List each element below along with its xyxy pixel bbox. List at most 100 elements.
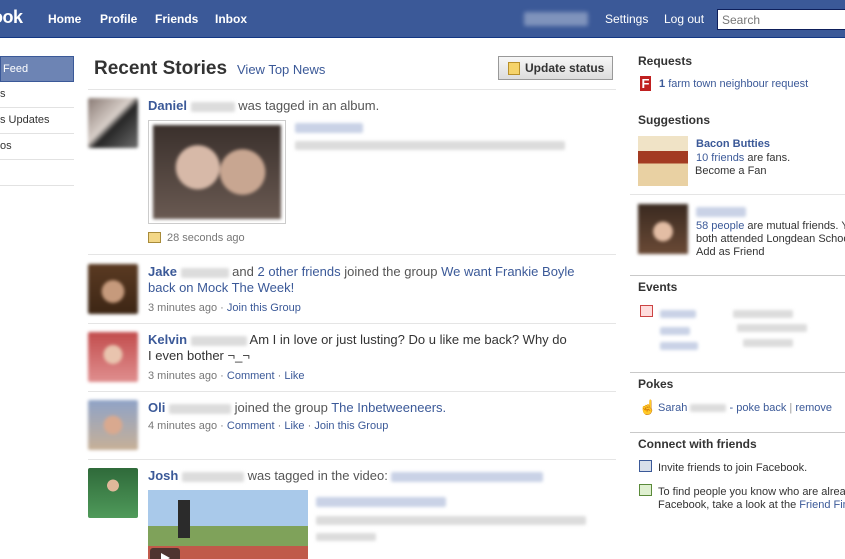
story-meta: 28 seconds ago [148, 232, 245, 244]
left-nav-label: s Updates [0, 114, 50, 126]
blurred-surname [168, 403, 231, 414]
album-photo[interactable] [148, 120, 286, 224]
avatar[interactable] [88, 332, 138, 382]
add-friend-link[interactable]: Add as Friend [696, 246, 764, 259]
video-title-blurred[interactable] [391, 471, 544, 482]
avatar[interactable] [88, 264, 138, 314]
left-nav-news-feed[interactable]: Feed [0, 56, 74, 82]
join-group-link[interactable]: Join this Group [227, 302, 301, 314]
avatar[interactable] [88, 468, 138, 518]
left-nav-item-3[interactable]: s Updates [0, 108, 74, 134]
album-description-blurred [295, 141, 565, 150]
story-line: Daniel was tagged in an album. [148, 98, 379, 114]
friend-finder-link[interactable]: Friend Fin [799, 499, 845, 511]
suggestion-fans: 10 friends are fans. [696, 152, 790, 165]
divider [630, 194, 845, 195]
story-item: Daniel was tagged in an album. 28 second… [88, 98, 616, 255]
video-length-blurred [316, 533, 376, 541]
poke-back-link[interactable]: - poke back [729, 402, 786, 414]
feed-header: Recent Stories View Top News Update stat… [88, 54, 616, 90]
become-fan-link[interactable]: Become a Fan [695, 165, 767, 178]
story-time: 3 minutes ago [148, 370, 218, 382]
group-link[interactable]: The Inbetweeneers. [331, 400, 446, 415]
nav-logout[interactable]: Log out [664, 12, 704, 26]
update-status-label: Update status [525, 61, 605, 75]
left-nav-item-4[interactable]: os [0, 134, 74, 160]
friends-link[interactable]: 10 friends [696, 152, 744, 164]
request-line[interactable]: 1 farm town neighbour request [659, 78, 808, 91]
remove-poke-link[interactable]: remove [795, 402, 832, 414]
blurred-surname [690, 404, 727, 413]
suggestions-heading: Suggestions [638, 113, 711, 127]
nav-inbox[interactable]: Inbox [215, 12, 247, 26]
nav-profile[interactable]: Profile [100, 12, 137, 26]
poke-name[interactable]: Sarah [658, 402, 687, 414]
suggestion-name[interactable]: Bacon Butties [696, 138, 770, 151]
blurred-name [696, 207, 746, 218]
avatar[interactable] [88, 400, 138, 450]
like-link[interactable]: Like [284, 370, 304, 382]
mutual-people-link[interactable]: 58 people [696, 220, 744, 232]
bacon-butties-image[interactable] [638, 136, 688, 186]
username-blurred[interactable] [524, 12, 588, 26]
story-text: was tagged in an album. [238, 98, 380, 113]
events-list-blurred[interactable] [660, 306, 808, 350]
nav-home[interactable]: Home [48, 12, 81, 26]
find-friends-text1: To find people you know who are alrea [658, 486, 845, 498]
update-status-button[interactable]: Update status [498, 56, 613, 80]
story-item: Josh was tagged in the video: [88, 468, 616, 559]
story-line: Josh was tagged in the video: [148, 468, 544, 484]
comment-link[interactable]: Comment [227, 370, 275, 382]
story-name-oli[interactable]: Oli [148, 400, 165, 415]
fans-text: are fans. [747, 152, 791, 164]
facebook-logo[interactable]: ook [0, 7, 23, 28]
left-nav-label: s [0, 88, 6, 100]
event-desc [733, 309, 794, 318]
story-meta: 4 minutes ago · Comment · Like · Join th… [148, 420, 389, 432]
find-friends-text2: Facebook, take a look at the [658, 499, 797, 511]
video-thumbnail[interactable] [148, 490, 308, 559]
story-name-kelvin[interactable]: Kelvin [148, 332, 187, 347]
invite-friends-link[interactable]: Invite friends to join Facebook. [658, 462, 807, 475]
story-name-josh[interactable]: Josh [148, 468, 178, 483]
requests-heading: Requests [638, 54, 693, 68]
avatar[interactable] [88, 98, 138, 148]
suggested-friend-name[interactable] [696, 206, 746, 219]
like-link[interactable]: Like [284, 420, 304, 432]
comment-link[interactable]: Comment [227, 420, 275, 432]
suggestion-name-text: Bacon Butties [696, 138, 770, 150]
story-text: was tagged in the video: [247, 468, 388, 483]
blurred-surname [180, 267, 229, 278]
view-top-news-link[interactable]: View Top News [237, 62, 325, 77]
video-link-blurred[interactable] [316, 496, 446, 507]
school-text: both attended Longdean Schoo [696, 233, 845, 245]
album-title-blurred[interactable] [295, 122, 363, 133]
mutual-friends-line: 58 people are mutual friends. Y [696, 220, 845, 233]
search-input[interactable] [717, 9, 845, 30]
story-line: Kelvin Am I in love or just lusting? Do … [148, 332, 568, 364]
blurred-surname [190, 335, 247, 346]
left-nav: Feed s s Updates os [0, 56, 74, 186]
story-name-jake[interactable]: Jake [148, 264, 177, 279]
left-nav-item-5[interactable] [0, 160, 74, 186]
left-nav-label: Feed [3, 63, 29, 75]
story-name-daniel[interactable]: Daniel [148, 98, 187, 113]
suggested-friend-avatar[interactable] [638, 204, 688, 254]
join-group-link[interactable]: Join this Group [314, 420, 388, 432]
story-time: 4 minutes ago [148, 420, 218, 432]
story-time: 28 seconds ago [167, 232, 245, 244]
play-button[interactable] [150, 548, 180, 559]
other-friends-link[interactable]: 2 other friends [258, 264, 341, 279]
page-title: Recent Stories [94, 58, 228, 79]
event-name [660, 309, 696, 318]
event-name [660, 341, 698, 350]
story-text: joined the group [234, 400, 328, 415]
left-nav-item-2[interactable]: s [0, 82, 74, 108]
nav-settings[interactable]: Settings [605, 12, 648, 26]
connect-heading: Connect with friends [630, 432, 845, 455]
find-friends-line2: Facebook, take a look at the Friend Fin [658, 499, 845, 512]
story-meta: 3 minutes ago · Join this Group [148, 302, 301, 314]
nav-friends[interactable]: Friends [155, 12, 198, 26]
top-bar: ook Home Profile Friends Inbox Settings … [0, 0, 845, 38]
request-count: 1 [659, 78, 666, 90]
